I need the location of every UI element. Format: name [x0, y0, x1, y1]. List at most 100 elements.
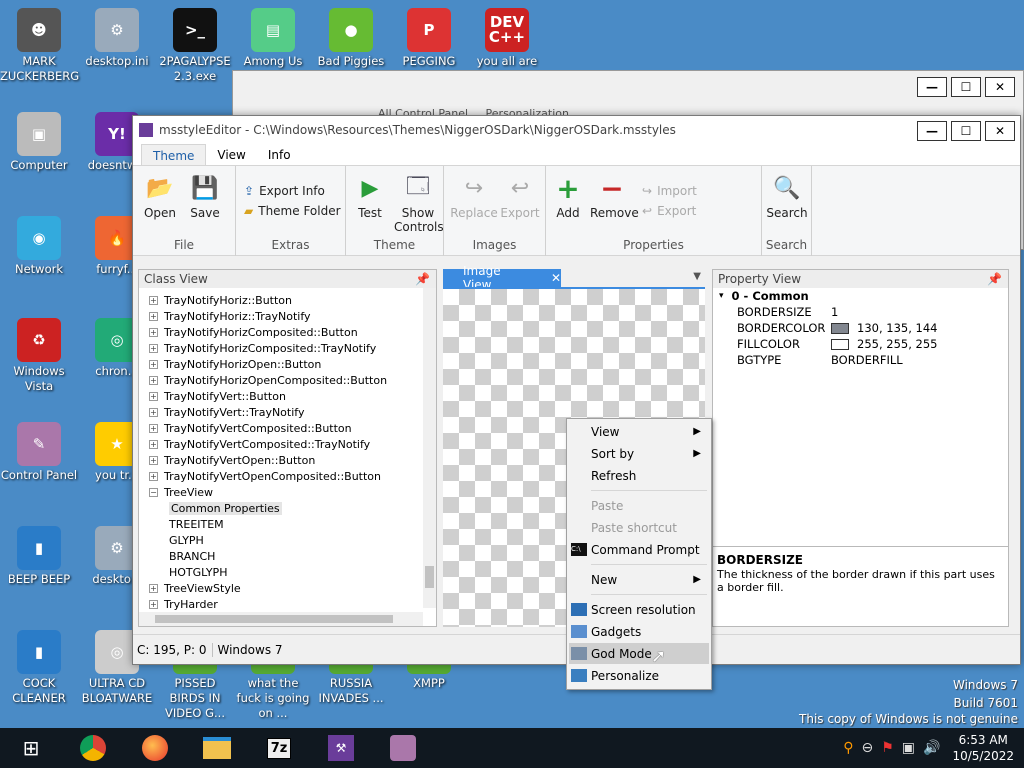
expand-toggle-icon[interactable]: +: [149, 583, 158, 593]
hscroll-thumb[interactable]: [155, 615, 393, 623]
tree-item[interactable]: + TrayNotifyVert::Button: [149, 388, 422, 404]
taskbar-control-panel[interactable]: [372, 728, 434, 768]
close-tab-icon[interactable]: ✕: [551, 271, 561, 285]
menu-view[interactable]: View ▶: [569, 421, 709, 442]
expand-toggle-icon[interactable]: +: [149, 439, 158, 449]
open-button[interactable]: 📂 Open: [138, 174, 182, 221]
expand-toggle-icon[interactable]: +: [149, 359, 158, 369]
tree-item[interactable]: + TrayNotifyVertComposited::Button: [149, 420, 422, 436]
expand-toggle-icon[interactable]: +: [149, 391, 158, 401]
replace-button[interactable]: ↪ Replace: [450, 174, 498, 221]
tree-item[interactable]: + TrayNotifyVert::TrayNotify: [149, 404, 422, 420]
volume-icon[interactable]: 🔊: [923, 740, 940, 756]
remove-button[interactable]: − Remove: [590, 172, 639, 221]
taskbar-chrome[interactable]: [62, 728, 124, 768]
property-row[interactable]: BGTYPE BORDERFILL: [713, 352, 1008, 368]
desktop-icon[interactable]: ▮ COCK CLEANER: [0, 630, 78, 706]
property-row[interactable]: FILLCOLOR 255, 255, 255: [713, 336, 1008, 352]
network-icon[interactable]: ▣: [902, 740, 915, 756]
expand-toggle-icon[interactable]: +: [149, 311, 158, 321]
expand-toggle-icon[interactable]: +: [149, 407, 158, 417]
taskbar-7zip[interactable]: 7z: [248, 728, 310, 768]
desktop-icon[interactable]: ▮ BEEP BEEP: [0, 526, 78, 587]
tab-dropdown-icon[interactable]: ▼: [693, 271, 701, 282]
tree-item[interactable]: − TreeView: [149, 484, 422, 500]
expand-toggle-icon[interactable]: +: [149, 455, 158, 465]
save-button[interactable]: 💾 Save: [183, 174, 227, 221]
back-close-button[interactable]: ✕: [985, 77, 1015, 97]
add-button[interactable]: + Add: [546, 172, 590, 221]
taskbar-explorer[interactable]: [186, 728, 248, 768]
clock[interactable]: 6:53 AM 10/5/2022: [952, 732, 1014, 764]
vertical-scrollbar[interactable]: [423, 288, 436, 608]
tree-item[interactable]: + TrayNotifyVertComposited::TrayNotify: [149, 436, 422, 452]
property-row[interactable]: BORDERSIZE 1: [713, 304, 1008, 320]
test-button[interactable]: ▶ Test: [348, 174, 392, 221]
tree-item[interactable]: + TrayNotifyHoriz::TrayNotify: [149, 308, 422, 324]
tree-item[interactable]: Common Properties: [149, 500, 422, 516]
desktop-icon[interactable]: ♻ Windows Vista: [0, 318, 78, 394]
menu-sort-by[interactable]: Sort by ▶: [569, 443, 709, 464]
tree-item[interactable]: TREEITEM: [149, 516, 422, 532]
export-property-button[interactable]: ↩ Export: [642, 204, 696, 218]
export-button[interactable]: ↩ Export: [498, 174, 542, 221]
tab-info[interactable]: Info: [257, 144, 302, 165]
expand-toggle-icon[interactable]: +: [149, 375, 158, 385]
menu-paste[interactable]: Paste: [569, 495, 709, 516]
maximize-button[interactable]: ☐: [951, 121, 981, 141]
image-view-tab[interactable]: Image View ✕: [443, 264, 561, 292]
tree-item[interactable]: + TrayNotifyHorizComposited::Button: [149, 324, 422, 340]
tree-item[interactable]: + TrayNotifyHoriz::Button: [149, 292, 422, 308]
minus-tray-icon[interactable]: ⊖: [862, 740, 874, 756]
horizontal-scrollbar[interactable]: [139, 612, 423, 626]
desktop-icon[interactable]: DEV C++ you all are: [468, 8, 546, 69]
desktop-icon[interactable]: ▤ Among Us: [234, 8, 312, 69]
desktop-icon[interactable]: ● Bad Piggies: [312, 8, 390, 69]
expand-toggle-icon[interactable]: +: [149, 327, 158, 337]
tree-item[interactable]: BRANCH: [149, 548, 422, 564]
import-button[interactable]: ↪ Import: [642, 184, 697, 198]
tree-item[interactable]: GLYPH: [149, 532, 422, 548]
taskbar-firefox[interactable]: [124, 728, 186, 768]
tree-item[interactable]: + TrayNotifyHorizOpenComposited::Button: [149, 372, 422, 388]
show-controls-button[interactable]: 🗔 Show Controls: [394, 174, 444, 234]
menu-personalize[interactable]: Personalize: [569, 665, 709, 686]
expand-toggle-icon[interactable]: +: [149, 343, 158, 353]
start-button[interactable]: ⊞: [0, 728, 62, 768]
tree-item[interactable]: + TrayNotifyHorizComposited::TrayNotify: [149, 340, 422, 356]
theme-folder-button[interactable]: ▰ Theme Folder: [244, 204, 341, 218]
desktop-icon[interactable]: P PEGGING: [390, 8, 468, 69]
menu-god-mode[interactable]: God Mode: [569, 643, 709, 664]
desktop-icon[interactable]: ◉ Network: [0, 216, 78, 277]
search-button[interactable]: 🔍 Search: [765, 174, 809, 221]
back-maximize-button[interactable]: ☐: [951, 77, 981, 97]
tab-view[interactable]: View: [206, 144, 256, 165]
tab-theme[interactable]: Theme: [141, 144, 207, 165]
expand-toggle-icon[interactable]: +: [149, 295, 158, 305]
expand-toggle-icon[interactable]: +: [149, 599, 158, 609]
menu-screen-resolution[interactable]: Screen resolution: [569, 599, 709, 620]
minimize-button[interactable]: —: [917, 121, 947, 141]
close-button[interactable]: ✕: [985, 121, 1015, 141]
export-info-button[interactable]: ⇪ Export Info: [244, 184, 325, 198]
menu-refresh[interactable]: Refresh: [569, 465, 709, 486]
desktop-icon[interactable]: ✎ Control Panel: [0, 422, 78, 483]
menu-gadgets[interactable]: Gadgets: [569, 621, 709, 642]
pin-icon[interactable]: 📌: [987, 272, 1002, 286]
desktop-icon[interactable]: >_ 2PAGALYPSE 2.3.exe: [156, 8, 234, 84]
expand-toggle-icon[interactable]: −: [149, 487, 158, 497]
desktop-icon[interactable]: ☻ MARK ZUCKERBERG: [0, 8, 79, 84]
tree-item[interactable]: + TreeViewStyle: [149, 580, 422, 596]
scrollbar-thumb[interactable]: [425, 566, 434, 588]
menu-new[interactable]: New ▶: [569, 569, 709, 590]
tree-item[interactable]: + TrayNotifyVertOpenComposited::Button: [149, 468, 422, 484]
tree-item[interactable]: + TrayNotifyHorizOpen::Button: [149, 356, 422, 372]
desktop-icon[interactable]: ▣ Computer: [0, 112, 78, 173]
tree-item[interactable]: + TrayNotifyVertOpen::Button: [149, 452, 422, 468]
desktop-icon[interactable]: ⚙ desktop.ini: [78, 8, 156, 69]
search-tray-icon[interactable]: ⚲: [843, 740, 853, 756]
expand-toggle-icon[interactable]: +: [149, 423, 158, 433]
menu-paste-shortcut[interactable]: Paste shortcut: [569, 517, 709, 538]
tree-item[interactable]: HOTGLYPH: [149, 564, 422, 580]
taskbar-msstyle-editor[interactable]: ⚒: [310, 728, 372, 768]
